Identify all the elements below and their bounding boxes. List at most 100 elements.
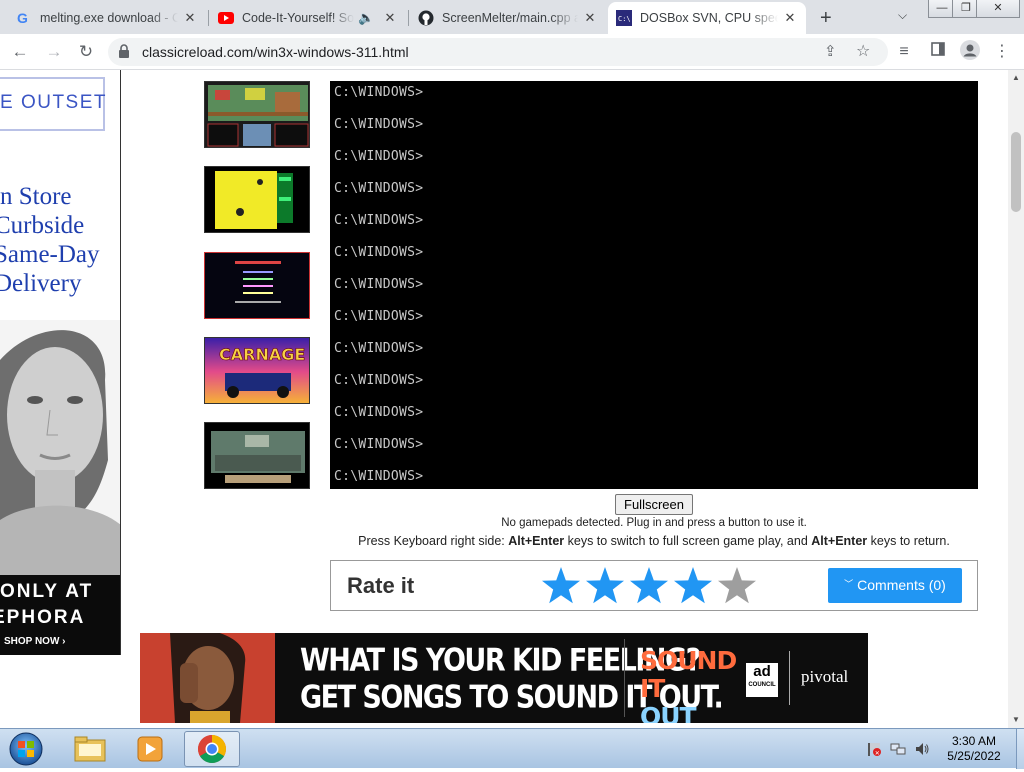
sound-it-out-logo: SOUND IT OUT: [640, 646, 737, 724]
dos-prompt-line: C:\WINDOWS>: [334, 245, 424, 260]
dos-prompt-line: C:\WINDOWS>: [334, 85, 424, 100]
google-icon: G: [16, 10, 32, 26]
fullscreen-button[interactable]: Fullscreen: [615, 494, 693, 515]
dos-prompt-line: C:\WINDOWS>: [334, 181, 424, 196]
url-text: classicreload.com/win3x-windows-311.html: [142, 44, 409, 60]
tab-dosbox-svn[interactable]: C:\ DOSBox SVN, CPU speed ✕: [608, 2, 806, 34]
dos-prompt-line: C:\WINDOWS>: [334, 149, 424, 164]
bookmark-star-icon[interactable]: ☆: [856, 41, 870, 61]
rating-star-icon[interactable]: [542, 567, 580, 604]
dos-prompt-line: C:\WINDOWS>: [334, 309, 424, 324]
gamepad-note: No gamepads detected. Plug in and press …: [501, 517, 807, 529]
clock-date: 5/25/2022: [947, 749, 1001, 763]
network-icon[interactable]: [890, 741, 906, 757]
tab-title: Code-It-Yourself! Sou: [242, 11, 354, 25]
dos-prompt-line: C:\WINDOWS>: [334, 405, 424, 420]
share-icon[interactable]: ⇪: [824, 42, 837, 60]
svg-text:CARNAGE: CARNAGE: [219, 345, 305, 364]
web-page: E OUTSET n Store Curbside Same-Day Deliv…: [0, 70, 1008, 728]
back-arrow-icon[interactable]: ←: [8, 40, 32, 64]
dos-prompt-line: C:\WINDOWS>: [334, 469, 424, 484]
rating-stars[interactable]: [539, 564, 769, 610]
speaker-icon[interactable]: 🔈: [358, 10, 374, 26]
action-center-flag-icon[interactable]: ✕: [866, 741, 882, 757]
close-window-button[interactable]: ✕: [976, 0, 1020, 18]
menu-kebab-icon[interactable]: ⋮: [990, 40, 1014, 64]
ad-sephora-banner: ONLY AT EPHORA SHOP NOW ›: [0, 575, 120, 655]
ad-divider: [624, 639, 625, 717]
keyboard-note: Press Keyboard right side: Alt+Enter key…: [358, 534, 950, 548]
svg-text:C:\: C:\: [618, 15, 631, 23]
dos-prompt-line: C:\WINDOWS>: [334, 373, 424, 388]
dos-prompt-line: C:\WINDOWS>: [334, 117, 424, 132]
show-desktop-button[interactable]: [1016, 729, 1024, 769]
tab-title: melting.exe download - C: [40, 11, 178, 25]
game-thumbnail-3[interactable]: [204, 252, 310, 319]
rating-star-icon[interactable]: [630, 567, 668, 604]
volume-speaker-icon[interactable]: [914, 741, 930, 757]
shop-now-link[interactable]: SHOP NOW ›: [4, 636, 65, 647]
start-button[interactable]: [6, 731, 46, 767]
ad-store-text: n Store Curbside Same-Day Delivery: [0, 183, 100, 297]
close-tab-icon[interactable]: ✕: [182, 10, 198, 26]
clock-time: 3:30 AM: [951, 734, 997, 748]
game-thumbnail-5[interactable]: [204, 422, 310, 489]
tab-screenmelter-main[interactable]: ScreenMelter/main.cpp a ✕: [410, 2, 606, 34]
dos-prompt-line: C:\WINDOWS>: [334, 277, 424, 292]
ad-model-photo: [0, 320, 120, 575]
rate-it-heading: Rate it: [347, 573, 415, 598]
rating-star-icon[interactable]: [718, 567, 756, 604]
close-tab-icon[interactable]: ✕: [782, 10, 798, 26]
close-tab-icon[interactable]: ✕: [582, 10, 598, 26]
rating-star-icon[interactable]: [674, 567, 712, 604]
page-scrollbar[interactable]: ▲ ▼: [1008, 70, 1024, 728]
game-thumbnail-1[interactable]: [204, 81, 310, 148]
ad-divider: [789, 651, 790, 705]
ad-girl-photo: [140, 633, 275, 723]
game-thumbnail-2[interactable]: [204, 166, 310, 233]
new-tab-button[interactable]: +: [812, 2, 842, 34]
browser-toolbar: ← → ↻ classicreload.com/win3x-windows-31…: [0, 34, 1024, 70]
tab-title: ScreenMelter/main.cpp a: [442, 11, 578, 25]
chevron-down-icon: ﹀: [844, 579, 854, 589]
close-tab-icon[interactable]: ✕: [382, 10, 398, 26]
file-explorer-icon[interactable]: [62, 731, 118, 767]
profile-avatar-icon[interactable]: [958, 40, 982, 64]
scroll-up-arrow-icon[interactable]: ▲: [1012, 73, 1020, 82]
svg-text:G: G: [17, 10, 28, 26]
bottom-ad-council-banner[interactable]: WHAT IS YOUR KID FEELING? GET SONGS TO S…: [140, 633, 868, 723]
dos-prompt-line: C:\WINDOWS>: [334, 213, 424, 228]
comments-button[interactable]: ﹀ Comments (0): [828, 568, 962, 603]
lock-icon: [118, 44, 132, 60]
ad-outset-text: E OUTSET: [0, 92, 108, 113]
tab-search-chevron-icon[interactable]: ⌵: [898, 8, 907, 23]
side-panel-icon[interactable]: [926, 40, 950, 64]
dos-prompt-line: C:\WINDOWS>: [334, 437, 424, 452]
tab-melting-download[interactable]: G melting.exe download - C ✕: [8, 2, 206, 34]
scroll-down-arrow-icon[interactable]: ▼: [1012, 715, 1020, 724]
dosbox-icon: C:\: [616, 10, 632, 26]
tab-title: DOSBox SVN, CPU speed: [640, 11, 778, 25]
windows-taskbar: ✕ 3:30 AM 5/25/2022: [0, 728, 1024, 769]
address-bar[interactable]: classicreload.com/win3x-windows-311.html…: [108, 38, 888, 66]
svg-text:✕: ✕: [875, 750, 880, 757]
rating-star-icon[interactable]: [586, 567, 624, 604]
game-thumbnail-4[interactable]: CARNAGE: [204, 337, 310, 404]
dos-prompt-line: C:\WINDOWS>: [334, 341, 424, 356]
tab-code-it-yourself[interactable]: Code-It-Yourself! Sou 🔈 ✕: [210, 2, 406, 34]
media-control-icon[interactable]: ≡: [892, 40, 916, 64]
tab-strip: G melting.exe download - C ✕ Code-It-You…: [0, 0, 1024, 34]
media-player-icon[interactable]: [122, 731, 178, 767]
dosbox-screen[interactable]: C:\WINDOWS> C:\WINDOWS> C:\WINDOWS> C:\W…: [330, 81, 978, 489]
forward-arrow-icon[interactable]: →: [42, 40, 66, 64]
github-icon: [418, 10, 434, 26]
scrollbar-thumb[interactable]: [1011, 132, 1021, 212]
reload-icon[interactable]: ↻: [74, 40, 98, 64]
youtube-icon: [218, 10, 234, 26]
rating-box: Rate it ﹀ Comments (0): [330, 560, 978, 611]
left-sephora-ad[interactable]: E OUTSET n Store Curbside Same-Day Deliv…: [0, 70, 121, 655]
ad-council-logo: ad COUNCIL: [746, 663, 778, 697]
chrome-taskbar-icon[interactable]: [184, 731, 240, 767]
system-clock[interactable]: 3:30 AM 5/25/2022: [934, 734, 1014, 764]
pivotal-logo: pivotal: [801, 667, 849, 686]
